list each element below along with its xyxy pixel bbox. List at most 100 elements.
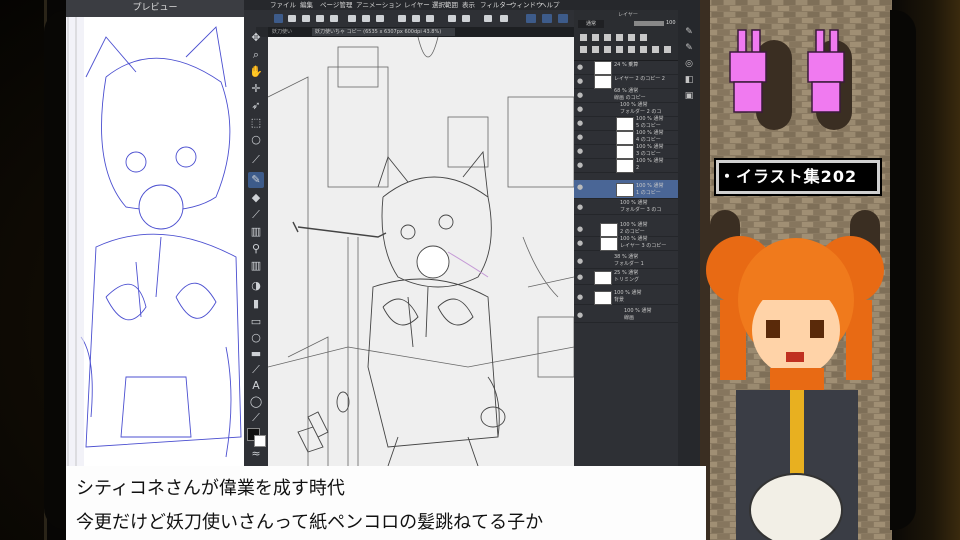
balloon-icon[interactable]: ◯ <box>248 394 264 410</box>
layer-row[interactable]: ● 68 % 通常 線画 のコピー <box>574 88 678 103</box>
layer-row[interactable]: ● 100 % 通常 4 のコピー <box>574 130 678 145</box>
correct-icon[interactable]: ⟋ <box>248 410 264 426</box>
blend-icon[interactable]: ⚲ <box>248 241 264 257</box>
layer-row[interactable]: ● 100 % 通常 背景 <box>574 290 678 305</box>
layer-thumbnail <box>616 131 634 145</box>
brush-size-icon[interactable]: ◎ <box>683 58 695 70</box>
layer-thumbnail <box>616 183 634 197</box>
eye-icon[interactable]: ● <box>577 225 585 233</box>
menu-page[interactable]: ページ管理 <box>320 0 352 10</box>
layer-thumbnail <box>600 223 618 237</box>
eye-icon[interactable]: ● <box>577 311 585 319</box>
layer-name: 背景 <box>614 297 625 303</box>
layer-label: 100 % 通常 <box>636 116 664 122</box>
eye-icon[interactable]: ● <box>577 293 585 301</box>
eye-icon[interactable]: ● <box>577 183 585 191</box>
eye-icon[interactable]: ● <box>577 257 585 265</box>
layer-row[interactable]: ● レイヤー 2 のコピー 2 <box>574 74 678 89</box>
layer-row[interactable]: ● 25 % 通常 トリミング <box>574 270 678 285</box>
layer-label: 68 % 通常 <box>614 88 639 94</box>
layer-row[interactable]: ● 24 % 乗算 <box>574 60 678 75</box>
command-bar <box>268 10 574 27</box>
rotate-icon[interactable]: ✛ <box>248 81 264 97</box>
eye-icon[interactable]: ● <box>577 203 585 211</box>
figure-icon[interactable]: ▮ <box>248 296 264 312</box>
brush-icon[interactable]: ⟋ <box>248 207 264 223</box>
layer-name: フォルダー 1 <box>614 261 644 267</box>
eye-icon[interactable]: ● <box>577 239 585 247</box>
layer-row[interactable]: ● 100 % 通常 2 のコピー <box>574 222 678 237</box>
blend-mode-select[interactable]: 通常 <box>578 20 604 28</box>
pen-icon[interactable]: ✎ <box>248 172 264 188</box>
eye-icon[interactable]: ● <box>577 91 585 99</box>
correct-icon[interactable]: ⟋ <box>248 362 264 378</box>
layer-thumbnail <box>600 237 618 251</box>
command-bar-icons <box>274 14 568 23</box>
lasso-icon[interactable]: ○ <box>248 132 264 148</box>
menu-filter[interactable]: フィルター <box>480 0 512 10</box>
layer-row-selected[interactable]: ● 100 % 通常 1 のコピー <box>574 180 678 199</box>
ruler-icon[interactable]: ○ <box>248 330 264 346</box>
eyedropper-icon[interactable]: ⟋ <box>248 152 264 168</box>
eraser-icon[interactable]: ◆ <box>248 190 264 206</box>
opacity-slider[interactable] <box>634 21 664 26</box>
document-tab-secondary[interactable]: 妖刀使い <box>272 28 310 36</box>
layer-name: トリミング <box>614 277 640 283</box>
layer-panel-toolbar[interactable] <box>576 32 676 58</box>
preview-panel: プレビュー <box>66 0 244 466</box>
layer-row[interactable]: ● 100 % 通常 線画 <box>574 308 678 323</box>
airbrush-icon[interactable]: ▥ <box>248 224 264 240</box>
eye-icon[interactable]: ● <box>577 63 585 71</box>
layer-row[interactable]: ● 100 % 通常 5 のコピー <box>574 116 678 131</box>
fill-icon[interactable]: ▥ <box>248 258 264 274</box>
drawing-canvas[interactable] <box>268 37 574 466</box>
select-icon[interactable]: ➶ <box>248 98 264 114</box>
layer-label: 38 % 通常 <box>614 254 639 260</box>
move-icon[interactable]: ✥ <box>248 30 264 46</box>
layer-row[interactable]: ● 100 % 通常 3 のコピー <box>574 144 678 159</box>
layer-row[interactable]: ● 100 % 通常 2 <box>574 158 678 173</box>
right-bezel-curve <box>890 10 916 530</box>
zoom-icon[interactable]: ⌕ <box>248 47 264 63</box>
opacity-value: 100 <box>666 20 676 26</box>
eye-icon[interactable]: ● <box>577 273 585 281</box>
sub-tool-icon[interactable]: ✎ <box>683 26 695 38</box>
menu-layer[interactable]: レイヤー <box>404 0 430 10</box>
layer-row[interactable]: ● 100 % 通常 フォルダー 3 のコ <box>574 200 678 215</box>
frame-icon[interactable]: ▭ <box>248 314 264 330</box>
menu-view[interactable]: 表示 <box>462 0 475 10</box>
eye-icon[interactable]: ● <box>577 119 585 127</box>
tool-property-icon[interactable]: ✎ <box>683 42 695 54</box>
navigator-icon[interactable]: ▣ <box>683 90 695 102</box>
layer-name: 2 のコピー <box>620 229 645 235</box>
eye-icon[interactable]: ● <box>577 161 585 169</box>
layer-row[interactable]: ● 100 % 通常 レイヤー 3 のコピー <box>574 236 678 251</box>
color-wheel-icon[interactable]: ◧ <box>683 74 695 86</box>
layer-row[interactable]: ● 100 % 通常 フォルダー 2 のコ <box>574 102 678 117</box>
layer-label: 100 % 通常 <box>620 222 648 228</box>
menu-window[interactable]: ウィンドウ <box>510 0 543 10</box>
menu-help[interactable]: ヘルプ <box>540 0 560 10</box>
menu-file[interactable]: ファイル <box>270 0 296 10</box>
menu-animation[interactable]: アニメーション <box>356 0 401 10</box>
layer-label: 25 % 通常 <box>614 270 639 276</box>
gradient-icon[interactable]: ◑ <box>248 278 264 294</box>
hand-icon[interactable]: ✋ <box>248 64 264 80</box>
eye-icon[interactable]: ● <box>577 147 585 155</box>
lasso-icon[interactable]: ⬚ <box>248 115 264 131</box>
layer-label: 100 % 通常 <box>614 290 642 296</box>
layer-name: レイヤー 3 のコピー <box>620 243 667 249</box>
eye-icon[interactable]: ● <box>577 77 585 85</box>
eye-icon[interactable]: ● <box>577 133 585 141</box>
text-icon[interactable]: A <box>248 378 264 394</box>
menu-selection[interactable]: 選択範囲 <box>432 0 458 10</box>
document-tab[interactable]: 妖刀使いちゃ コピー (6535 x 6307px 600dpi 43.8%) <box>312 28 455 36</box>
layer-row[interactable]: ● 38 % 通常 フォルダー 1 <box>574 254 678 269</box>
menu-edit[interactable]: 編集 <box>300 0 313 10</box>
eye-icon[interactable]: ● <box>577 105 585 113</box>
color-icon[interactable]: ≈ <box>248 446 264 462</box>
layer-thumbnail <box>594 61 612 75</box>
layer-name: フォルダー 3 のコ <box>620 207 662 213</box>
ruler-icon[interactable]: ▬ <box>248 346 264 362</box>
layer-panel-title: レイヤー <box>618 12 638 18</box>
